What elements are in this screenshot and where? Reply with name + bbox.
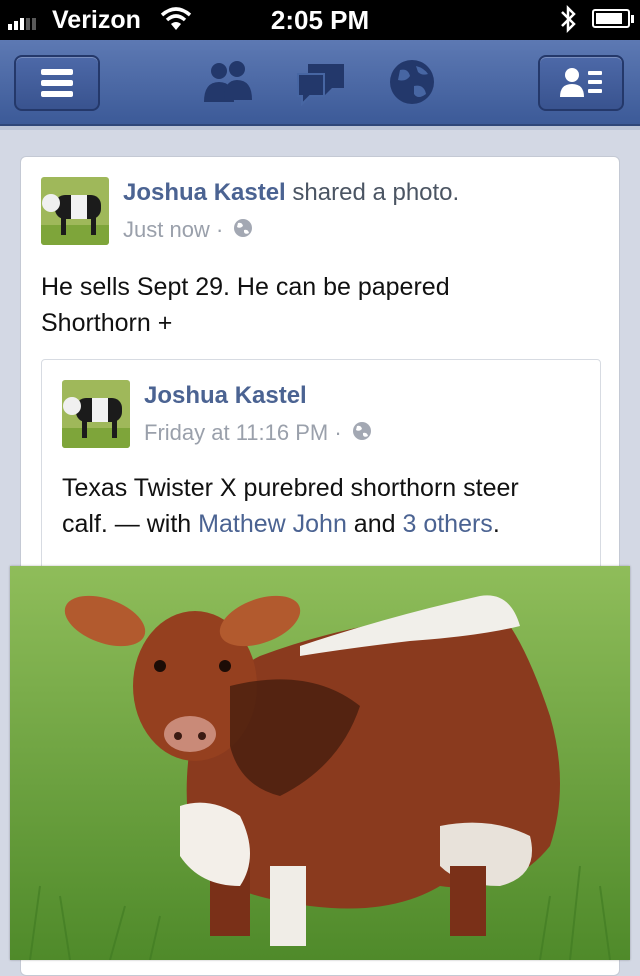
messages-icon[interactable] bbox=[294, 58, 350, 111]
period: . bbox=[492, 510, 500, 538]
notifications-globe-icon[interactable] bbox=[386, 58, 438, 115]
shared-author-avatar[interactable] bbox=[62, 380, 130, 448]
shared-photo[interactable] bbox=[10, 566, 630, 960]
post-text-line: He sells Sept 29. He can be papered bbox=[41, 273, 450, 301]
shared-post-header: Joshua Kastel bbox=[144, 382, 307, 410]
top-nav-bar bbox=[0, 40, 640, 126]
shared-post-timestamp[interactable]: Friday at 11:16 PM bbox=[144, 420, 328, 445]
post-timestamp[interactable]: Just now bbox=[123, 217, 210, 242]
shared-post[interactable]: Joshua Kastel Friday at 11:16 PM · Texas… bbox=[41, 359, 601, 599]
public-globe-icon bbox=[233, 218, 253, 244]
author-avatar[interactable] bbox=[41, 177, 109, 245]
meta-separator: · bbox=[215, 217, 224, 242]
shared-text-line: calf. — with Mathew John and 3 others. bbox=[62, 506, 519, 542]
with-prefix: calf. — with bbox=[62, 510, 199, 538]
post-action-text: shared a photo. bbox=[285, 179, 460, 206]
tagged-others-link[interactable]: 3 others bbox=[402, 510, 492, 538]
calf-photo-image bbox=[10, 566, 630, 960]
menu-icon bbox=[41, 69, 73, 97]
shared-text-line: Texas Twister X purebred shorthorn steer bbox=[62, 474, 519, 502]
shared-author-name-link[interactable]: Joshua Kastel bbox=[144, 382, 307, 409]
post-body: He sells Sept 29. He can be papered Shor… bbox=[41, 269, 450, 341]
menu-button[interactable] bbox=[14, 55, 100, 111]
author-name-link[interactable]: Joshua Kastel bbox=[123, 179, 286, 206]
feed-divider bbox=[0, 126, 640, 130]
clock: 2:05 PM bbox=[270, 5, 370, 35]
and-text: and bbox=[346, 510, 403, 538]
status-bar: Verizon 2:05 PM bbox=[0, 0, 640, 40]
post-header: Joshua Kastel shared a photo. bbox=[123, 179, 459, 207]
battery-icon bbox=[592, 9, 634, 28]
shared-post-body: Texas Twister X purebred shorthorn steer… bbox=[62, 470, 519, 542]
friend-requests-icon[interactable] bbox=[200, 58, 256, 111]
bluetooth-icon bbox=[558, 4, 578, 39]
tagged-friend-link[interactable]: Mathew John bbox=[198, 510, 347, 538]
post-text-line: Shorthorn + bbox=[41, 309, 173, 337]
friends-list-button[interactable] bbox=[538, 55, 624, 111]
shared-post-meta: Friday at 11:16 PM · bbox=[144, 420, 372, 447]
post-meta: Just now · bbox=[123, 217, 253, 244]
meta-separator: · bbox=[334, 420, 342, 445]
friends-list-icon bbox=[560, 68, 602, 97]
public-globe-icon bbox=[352, 421, 372, 447]
